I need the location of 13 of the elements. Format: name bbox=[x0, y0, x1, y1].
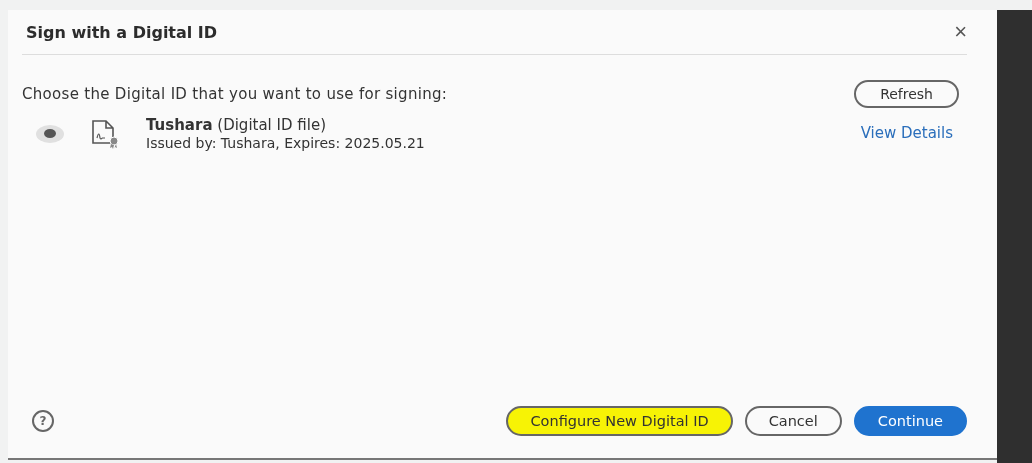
continue-button[interactable]: Continue bbox=[853, 406, 967, 436]
close-button[interactable]: × bbox=[954, 19, 967, 45]
dialog-title: Sign with a Digital ID bbox=[26, 22, 218, 42]
certificate-icon bbox=[90, 118, 120, 149]
view-details-link[interactable]: View Details bbox=[860, 124, 953, 142]
dialog-button[interactable]: Cancel bbox=[744, 406, 842, 436]
radio-button[interactable] bbox=[36, 124, 64, 143]
dialog-button[interactable]: Configure New Digital ID bbox=[506, 406, 733, 436]
digital-id-details: Issued by: Tushara, Expires: 2025.05.21 bbox=[146, 135, 426, 151]
prompt-text: Choose the Digital ID that you want to use for signing: bbox=[22, 85, 448, 103]
help-button[interactable]: ? bbox=[32, 410, 54, 432]
digital-id-name: Tushara (Digital ID file) bbox=[146, 116, 327, 134]
refresh-button[interactable]: Refresh bbox=[854, 80, 959, 108]
